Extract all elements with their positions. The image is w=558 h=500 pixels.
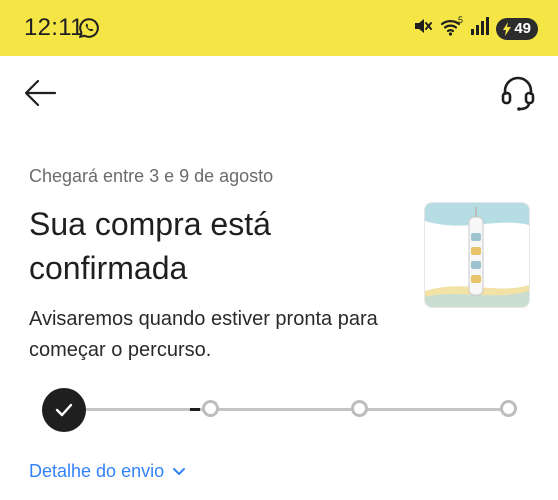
- step-pending: [500, 400, 517, 417]
- shipment-detail-link[interactable]: Detalhe do envio: [29, 461, 186, 482]
- progress-track: [64, 408, 510, 411]
- shipment-detail-label: Detalhe do envio: [29, 461, 165, 481]
- shipment-progress: [40, 386, 520, 432]
- mute-icon: [412, 15, 434, 42]
- wifi-label: 5: [458, 15, 463, 25]
- chevron-down-icon: [173, 467, 186, 475]
- status-time: 12:11: [24, 14, 84, 41]
- step-pending: [351, 400, 368, 417]
- headset-icon: [501, 76, 535, 111]
- battery-level: 49: [514, 20, 531, 37]
- step-completed: [42, 388, 86, 432]
- power-strip-image: [425, 203, 529, 307]
- product-thumbnail[interactable]: [424, 202, 530, 308]
- signal-icon: [470, 15, 490, 42]
- status-icons: 5 49: [412, 15, 538, 42]
- check-icon: [55, 403, 73, 417]
- back-button[interactable]: [22, 74, 60, 112]
- wifi-icon: 5: [440, 15, 464, 42]
- whatsapp-icon: [78, 17, 100, 39]
- status-bar: 12:11 5 49: [0, 0, 558, 56]
- page-title: Sua compra está confirmada: [29, 206, 271, 286]
- delivery-estimate: Chegará entre 3 e 9 de agosto: [29, 166, 274, 186]
- progress-fill: [190, 408, 200, 411]
- arrow-left-icon: [24, 79, 57, 107]
- status-message: Avisaremos quando estiver pronta para co…: [29, 308, 378, 361]
- battery-icon: 49: [496, 17, 538, 40]
- help-button[interactable]: [498, 73, 538, 113]
- step-pending: [202, 400, 219, 417]
